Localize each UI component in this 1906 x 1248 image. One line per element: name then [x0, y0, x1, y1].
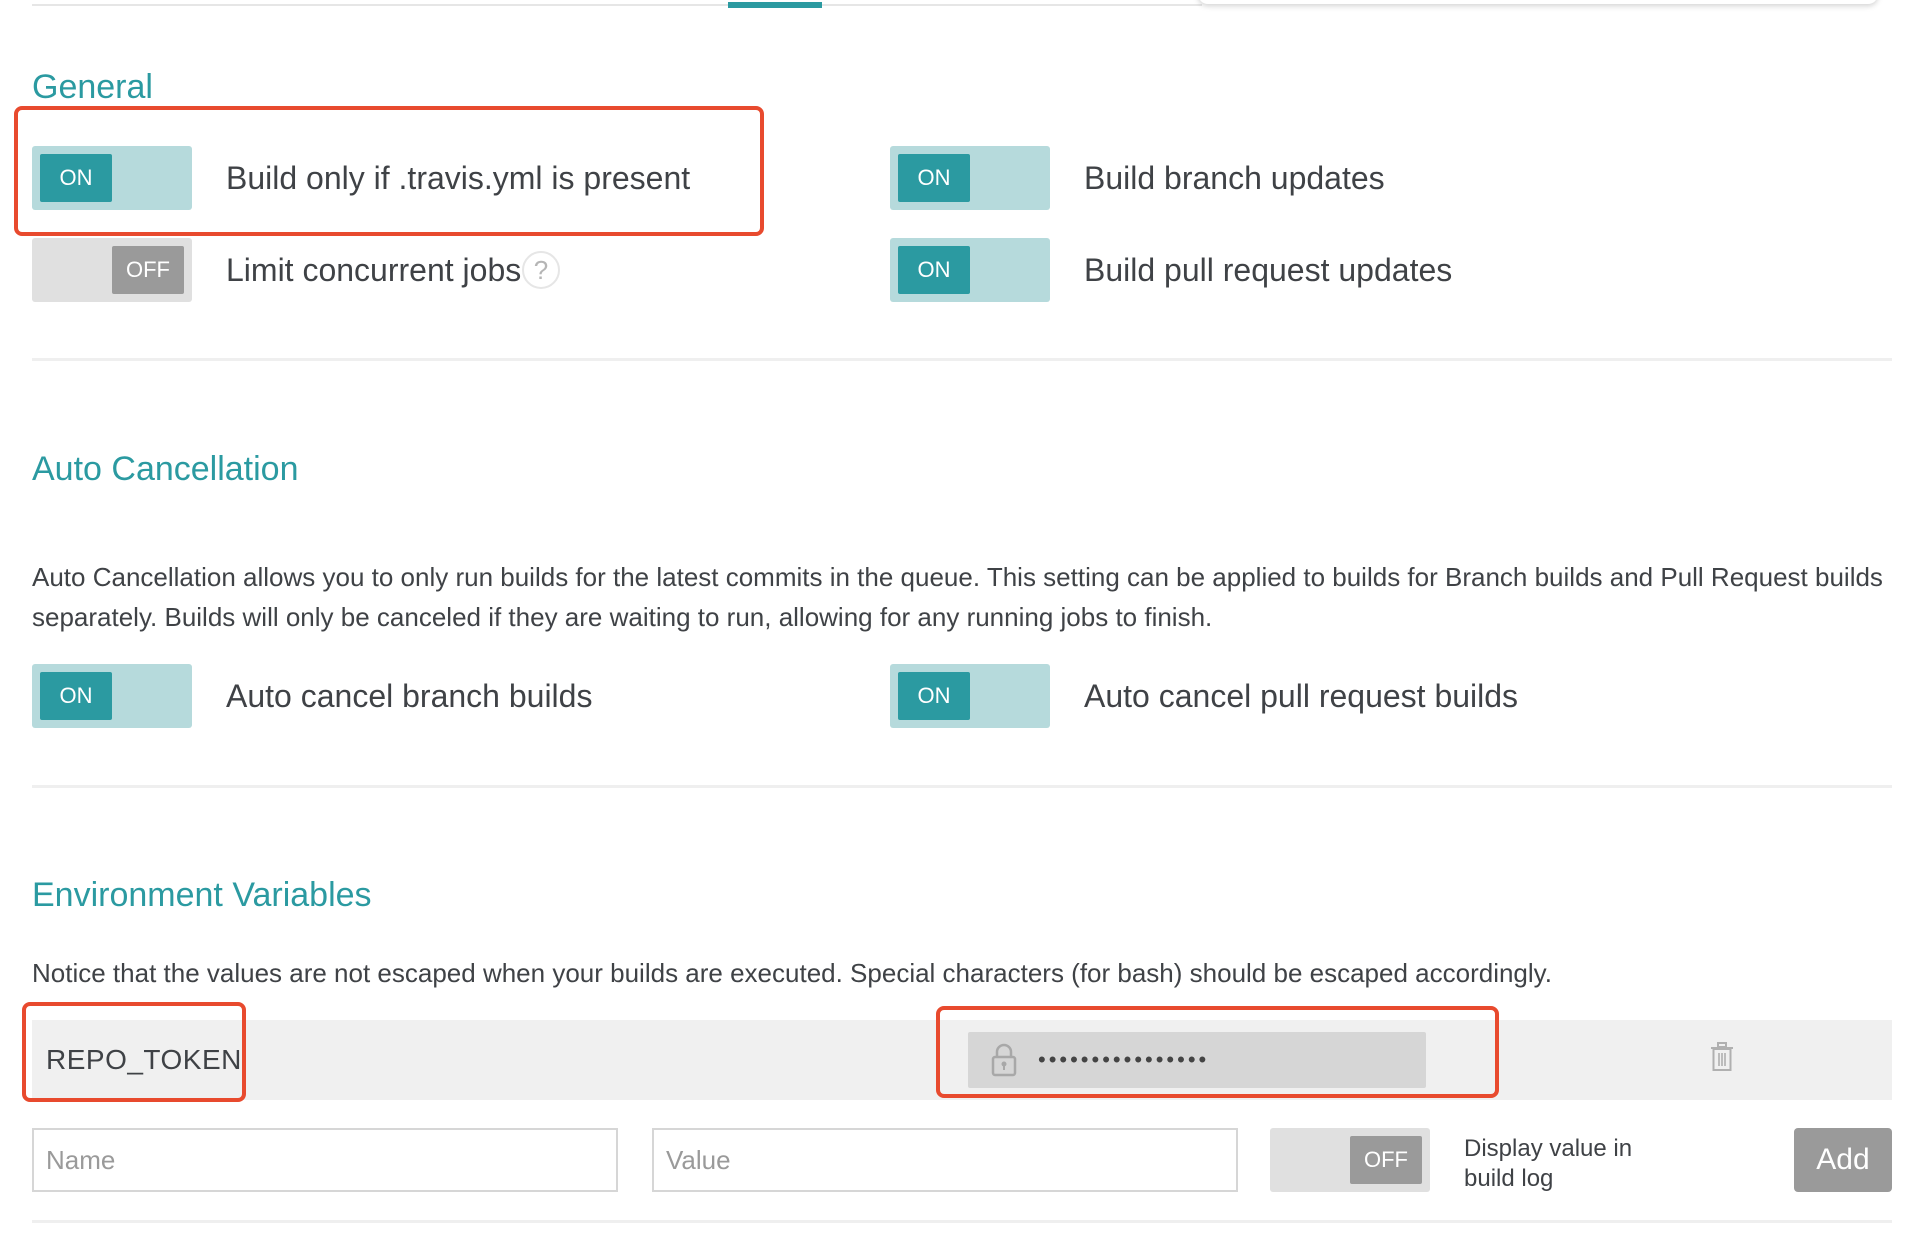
add-env-var-button[interactable]: Add [1794, 1128, 1892, 1192]
env-var-value-field: •••••••••••••••• [968, 1032, 1426, 1088]
build-branch-updates-label: Build branch updates [1084, 160, 1385, 196]
repository-settings-page: General ON Build only if .travis.yml is … [0, 0, 1906, 1248]
toggle-knob: ON [898, 154, 970, 202]
build-only-if-travis-yml-toggle[interactable]: ON [32, 146, 192, 210]
env-var-row [32, 1020, 1892, 1100]
environment-variables-section-title: Environment Variables [32, 876, 372, 914]
section-divider [32, 785, 1892, 788]
auto-cancel-branch-builds-toggle[interactable]: ON [32, 664, 192, 728]
auto-cancellation-section-title: Auto Cancellation [32, 450, 299, 488]
environment-variables-notice: Notice that the values are not escaped w… [32, 958, 1552, 988]
limit-concurrent-jobs-label: Limit concurrent jobs [226, 252, 522, 288]
env-var-masked-value: •••••••••••••••• [1038, 1047, 1210, 1072]
general-section-title: General [32, 68, 153, 106]
build-branch-updates-toggle[interactable]: ON [890, 146, 1050, 210]
display-label-line-2: build log [1464, 1165, 1554, 1192]
auto-cancel-pull-request-builds-label: Auto cancel pull request builds [1084, 678, 1519, 714]
toggle-knob: ON [40, 154, 112, 202]
tabs-bottom-border [32, 4, 1202, 6]
env-var-name: REPO_TOKEN [46, 1044, 242, 1075]
toggle-knob: ON [40, 672, 112, 720]
toggle-knob: OFF [112, 246, 184, 294]
limit-concurrent-jobs-toggle[interactable]: OFF [32, 238, 192, 302]
trash-icon[interactable] [1710, 1042, 1734, 1072]
display-label-line-1: Display value in [1464, 1135, 1633, 1162]
dropdown-panel-edge [1198, 0, 1878, 4]
active-tab-indicator [728, 2, 822, 8]
new-env-var-name-input[interactable] [32, 1128, 618, 1192]
build-only-if-travis-yml-label: Build only if .travis.yml is present [226, 160, 691, 196]
toggle-knob: ON [898, 246, 970, 294]
lock-icon [991, 1043, 1017, 1077]
display-value-in-build-log-label: Display value in build log [1464, 1134, 1632, 1194]
new-env-var-value-input[interactable] [652, 1128, 1238, 1192]
section-divider [32, 1220, 1892, 1223]
auto-cancel-branch-builds-label: Auto cancel branch builds [226, 678, 593, 714]
toggle-knob: OFF [1350, 1136, 1422, 1184]
help-icon[interactable]: ? [522, 251, 560, 289]
build-pull-request-updates-toggle[interactable]: ON [890, 238, 1050, 302]
build-pull-request-updates-label: Build pull request updates [1084, 252, 1453, 288]
toggle-knob: ON [898, 672, 970, 720]
section-divider [32, 358, 1892, 361]
auto-cancel-pull-request-builds-toggle[interactable]: ON [890, 664, 1050, 728]
auto-cancellation-description: Auto Cancellation allows you to only run… [32, 562, 1883, 632]
display-value-in-build-log-toggle[interactable]: OFF [1270, 1128, 1430, 1192]
